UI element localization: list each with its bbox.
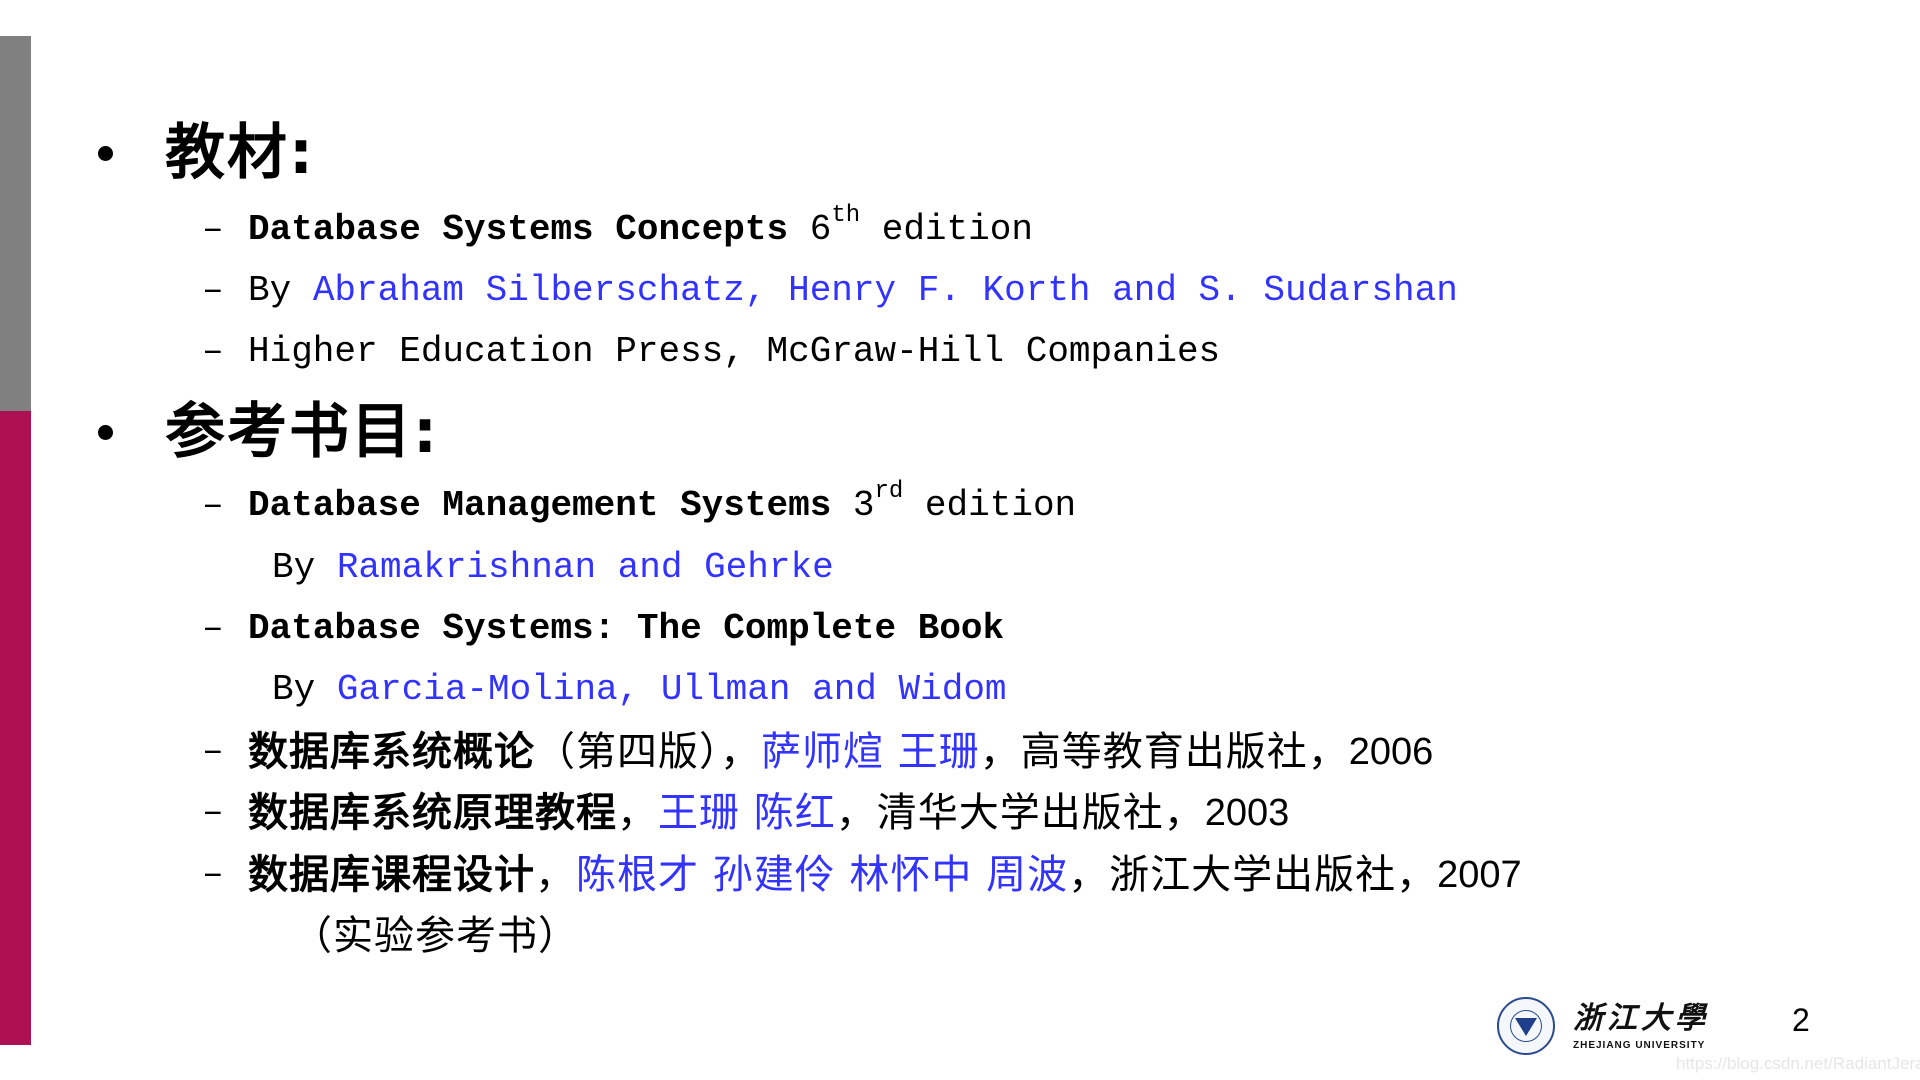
authors-link[interactable]: Abraham Silberschatz, Henry F. Korth and… (313, 263, 1458, 319)
section-heading-textbook: 教材: (98, 118, 315, 188)
separator: ， (617, 790, 658, 836)
by-prefix: By (272, 547, 337, 588)
dash-icon: – (202, 270, 224, 311)
university-logo: 浙江大學 ZHEJIANG UNIVERSITY (1497, 997, 1709, 1055)
university-wordmark: 浙江大學 ZHEJIANG UNIVERSITY (1573, 1000, 1709, 1051)
dash-icon: – (202, 731, 224, 772)
decorative-bar-gray (0, 36, 31, 411)
decorative-bar-accent (0, 411, 31, 1045)
book-title: Database Systems: The Complete Book (248, 608, 1005, 649)
book-title: Database Management Systems (248, 485, 832, 526)
publisher-text: ，浙江大学出版社， (1068, 852, 1438, 898)
publisher-text: Higher Education Press, McGraw-Hill Comp… (248, 331, 1221, 372)
list-item-reference-2-authors: By Garcia-Molina, Ullman and Widom (272, 662, 1007, 718)
list-item-textbook-authors: – By Abraham Silberschatz, Henry F. Korth… (202, 263, 1458, 319)
publish-year: 2006 (1348, 731, 1434, 773)
seal-emblem-icon (1515, 1018, 1537, 1036)
dash-icon: – (202, 485, 224, 526)
page-number: 2 (1792, 1002, 1810, 1038)
list-item-reference-2: – Database Systems: The Complete Book (202, 601, 1004, 657)
book-title: 数据库系统原理教程 (248, 790, 617, 836)
dash-icon: – (202, 854, 224, 895)
publisher-text: ，高等教育出版社， (979, 729, 1349, 775)
list-item-reference-3: – 数据库系统概论 （第四版）， 萨师煊 王珊 ，高等教育出版社， 2006 (202, 724, 1433, 780)
authors-link[interactable]: 萨师煊 王珊 (761, 724, 980, 780)
dash-icon: – (202, 608, 224, 649)
edition-word: edition (860, 209, 1033, 250)
edition-number: 6 (809, 209, 832, 250)
edition-superscript: rd (874, 478, 904, 505)
university-seal-icon (1497, 997, 1555, 1055)
list-item-reference-5: – 数据库课程设计，陈根才 孙建伶 林怀中 周波 ，浙江大学出版社， 2007 (202, 847, 1522, 903)
publish-year: 2007 (1437, 854, 1522, 896)
authors-link[interactable]: Ramakrishnan and Gehrke (337, 540, 834, 596)
dash-icon: – (202, 209, 224, 250)
list-item-textbook-publisher: – Higher Education Press, McGraw-Hill Com… (202, 324, 1220, 380)
by-prefix: By (272, 669, 337, 710)
list-item-reference-1-authors: By Ramakrishnan and Gehrke (272, 540, 834, 596)
watermark-url: https://blog.csdn.net/RadiantJeral (1676, 1054, 1920, 1073)
book-title: 数据库课程设计 (248, 852, 535, 898)
university-name-en: ZHEJIANG UNIVERSITY (1573, 1039, 1706, 1051)
edition-note: （第四版）， (535, 729, 761, 775)
edition-number: 3 (852, 485, 875, 526)
authors-link[interactable]: 陈根才 孙建伶 林怀中 周波 (576, 847, 1068, 903)
list-item-reference-5-note: （实验参考书） (292, 908, 579, 964)
bullet-icon (98, 424, 113, 440)
authors-link[interactable]: Garcia-Molina, Ullman and Widom (337, 662, 1007, 718)
lab-reference-note: （实验参考书） (292, 913, 579, 959)
authors-link[interactable]: 王珊 陈红 (658, 785, 836, 841)
by-prefix: By (248, 270, 313, 311)
heading-text: 教材: (165, 118, 315, 188)
list-item-reference-4: – 数据库系统原理教程，王珊 陈红 ，清华大学出版社， 2003 (202, 785, 1289, 841)
university-name-cn: 浙江大學 (1573, 1000, 1709, 1036)
publisher-text: ，清华大学出版社， (835, 790, 1205, 836)
book-title: Database Systems Concepts (248, 209, 789, 250)
list-item-textbook-title: – Database Systems Concepts 6th edition (202, 202, 1033, 258)
section-heading-references: 参考书目: (98, 397, 439, 467)
edition-word: edition (903, 485, 1077, 526)
publish-year: 2003 (1204, 792, 1290, 834)
dash-icon: – (202, 331, 224, 372)
heading-text: 参考书目: (165, 397, 439, 467)
dash-icon: – (202, 792, 224, 833)
edition-superscript: th (831, 202, 861, 229)
bullet-icon (98, 145, 113, 161)
separator: ， (535, 852, 576, 898)
book-title: 数据库系统概论 (248, 729, 535, 775)
list-item-reference-1: – Database Management Systems 3rd edition (202, 478, 1076, 534)
